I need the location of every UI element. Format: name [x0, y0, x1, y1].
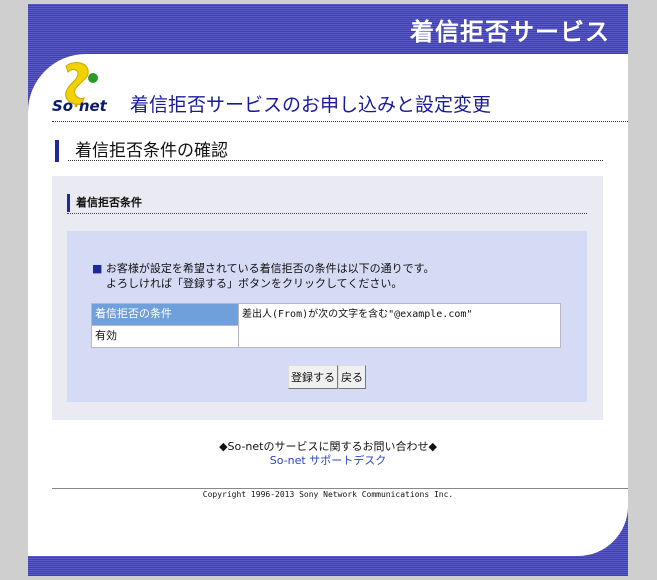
title-divider: [52, 121, 628, 122]
copyright-text: Copyright 1996-2013 Sony Network Communi…: [202, 490, 454, 499]
subheading-divider: [67, 213, 587, 214]
section-divider: [68, 160, 603, 161]
button-group: 登録する 戻る: [67, 365, 587, 389]
page-frame: 着信拒否サービス So·net 着信拒否サービスのお申し込みと設定変更 着信拒否…: [28, 4, 628, 576]
message-line-2: よろしければ「登録する」ボタンをクリックしてください。: [106, 277, 403, 290]
inquiry-text: ◆So-netのサービスに関するお問い合わせ◆: [219, 440, 437, 453]
condition-value-cell: 差出人(From)が次の文字を含む"@example.com": [238, 303, 561, 348]
bullet-square-icon: ■: [92, 262, 103, 275]
register-button[interactable]: 登録する: [288, 365, 338, 389]
condition-status-cell: 有効: [91, 325, 239, 348]
confirmation-box: ■ お客様が設定を希望されている着信拒否の条件は以下の通りです。 よろしければ「…: [67, 231, 587, 402]
back-button[interactable]: 戻る: [338, 365, 366, 389]
conditions-subheading: 着信拒否条件: [67, 194, 142, 212]
conditions-panel: 着信拒否条件 ■ お客様が設定を希望されている着信拒否の条件は以下の通りです。 …: [52, 176, 603, 420]
logo-wordmark: So·net: [52, 97, 107, 115]
support-desk-link[interactable]: So-net サポートデスク: [270, 454, 386, 467]
copyright-divider: [52, 488, 628, 489]
condition-header-cell: 着信拒否の条件: [91, 303, 239, 326]
banner-title: 着信拒否サービス: [410, 18, 610, 46]
page-title: 着信拒否条件の確認: [55, 140, 228, 162]
conditions-table: 着信拒否の条件 差出人(From)が次の文字を含む"@example.com" …: [91, 303, 561, 348]
message-line-1: お客様が設定を希望されている着信拒否の条件は以下の通りです。: [105, 262, 435, 275]
footer: ◆So-netのサービスに関するお問い合わせ◆ So-net サポートデスク: [28, 440, 628, 468]
app-title: 着信拒否サービスのお申し込みと設定変更: [130, 94, 492, 116]
table-row: 着信拒否の条件 差出人(From)が次の文字を含む"@example.com": [91, 303, 561, 348]
confirmation-message: ■ お客様が設定を希望されている着信拒否の条件は以下の通りです。 よろしければ「…: [92, 261, 434, 291]
